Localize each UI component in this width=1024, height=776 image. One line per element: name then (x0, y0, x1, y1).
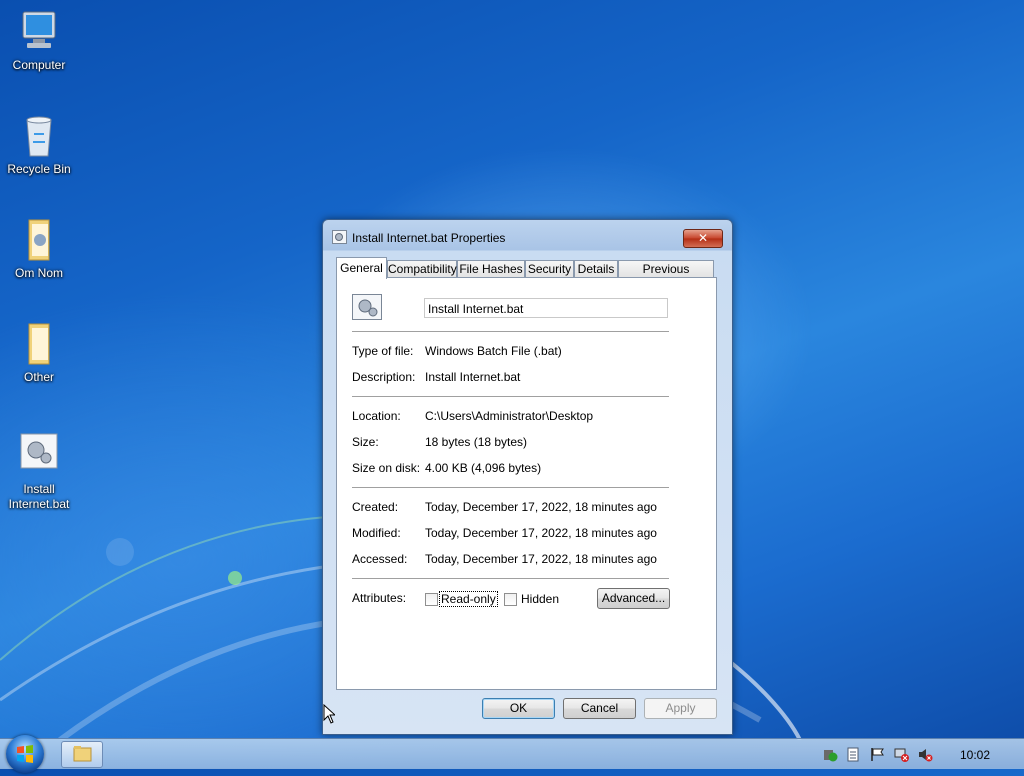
desktop-icon-label: Om Nom (15, 266, 63, 280)
desktop-icon-recycle-bin[interactable]: Recycle Bin (4, 112, 74, 177)
tab-file-hashes[interactable]: File Hashes (457, 260, 525, 278)
size-value: 18 bytes (18 bytes) (425, 435, 528, 449)
folder-icon (73, 746, 92, 762)
ok-button[interactable]: OK (482, 698, 555, 719)
type-of-file-label: Type of file: (352, 344, 414, 358)
size-label: Size: (352, 435, 379, 449)
properties-window[interactable]: Install Internet.bat Properties ✕ Genera… (322, 219, 733, 735)
folder-icon (15, 320, 63, 368)
title-bar[interactable]: Install Internet.bat Properties ✕ (323, 220, 732, 254)
taskbar: 10:02 (0, 735, 1024, 773)
security-shield-icon[interactable] (823, 747, 838, 762)
tab-general[interactable]: General (336, 257, 387, 279)
document-icon[interactable] (846, 747, 861, 762)
modified-value: Today, December 17, 2022, 18 minutes ago (425, 526, 657, 540)
separator (352, 487, 669, 488)
read-only-label[interactable]: Read-only (439, 591, 498, 607)
batch-file-icon (352, 294, 382, 320)
computer-icon (15, 8, 63, 56)
hidden-checkbox[interactable] (504, 593, 517, 606)
accessed-label: Accessed: (352, 552, 408, 566)
apply-button[interactable]: Apply (644, 698, 717, 719)
general-tab-panel: Install Internet.bat Type of file: Windo… (336, 277, 717, 690)
taskbar-explorer-button[interactable] (61, 741, 103, 768)
desktop-icon-label: Other (23, 370, 54, 384)
hidden-label[interactable]: Hidden (521, 592, 559, 606)
desktop-icon-install-internet[interactable]: Install Internet.bat (4, 432, 74, 512)
action-center-flag-icon[interactable] (870, 747, 885, 762)
created-value: Today, December 17, 2022, 18 minutes ago (425, 500, 657, 514)
description-value: Install Internet.bat (425, 370, 521, 384)
location-value: C:\Users\Administrator\Desktop (425, 409, 594, 423)
tab-previous-versions[interactable]: Previous Versions (618, 260, 714, 293)
desktop-icon-label: Computer (12, 58, 66, 72)
tab-compatibility[interactable]: Compatibility (387, 260, 457, 278)
desktop-icon-other[interactable]: Other (4, 320, 74, 385)
batch-file-icon (15, 432, 63, 480)
start-button[interactable] (6, 735, 44, 773)
network-disconnected-icon[interactable] (894, 747, 909, 762)
accessed-value: Today, December 17, 2022, 18 minutes ago (425, 552, 657, 566)
attributes-label: Attributes: (352, 591, 407, 605)
file-name-input[interactable]: Install Internet.bat (424, 298, 668, 318)
size-on-disk-label: Size on disk: (352, 461, 421, 475)
location-label: Location: (352, 409, 401, 423)
advanced-button[interactable]: Advanced... (597, 588, 670, 609)
tab-security[interactable]: Security (525, 260, 574, 278)
description-label: Description: (352, 370, 416, 384)
window-title: Install Internet.bat Properties (352, 231, 506, 245)
volume-muted-icon[interactable] (918, 747, 933, 762)
desktop-icon-om-nom[interactable]: Om Nom (4, 216, 74, 281)
desktop-icon-label: Install Internet.bat (8, 482, 70, 511)
system-clock[interactable]: 10:02 (960, 748, 990, 762)
close-button[interactable]: ✕ (683, 229, 723, 248)
size-on-disk-value: 4.00 KB (4,096 bytes) (425, 461, 542, 475)
separator (352, 578, 669, 579)
windows-logo-icon (17, 745, 33, 763)
mouse-pointer-icon (323, 704, 335, 724)
folder-icon (15, 216, 63, 264)
desktop-icon-computer[interactable]: Computer (4, 8, 74, 73)
type-of-file-value: Windows Batch File (.bat) (425, 344, 562, 358)
desktop-icon-label: Recycle Bin (7, 162, 71, 176)
created-label: Created: (352, 500, 399, 514)
separator (352, 396, 669, 397)
tab-details[interactable]: Details (574, 260, 618, 278)
modified-label: Modified: (352, 526, 401, 540)
read-only-checkbox[interactable] (425, 593, 438, 606)
batch-file-icon (332, 230, 347, 244)
separator (352, 331, 669, 332)
cancel-button[interactable]: Cancel (563, 698, 636, 719)
recycle-bin-icon (15, 112, 63, 160)
